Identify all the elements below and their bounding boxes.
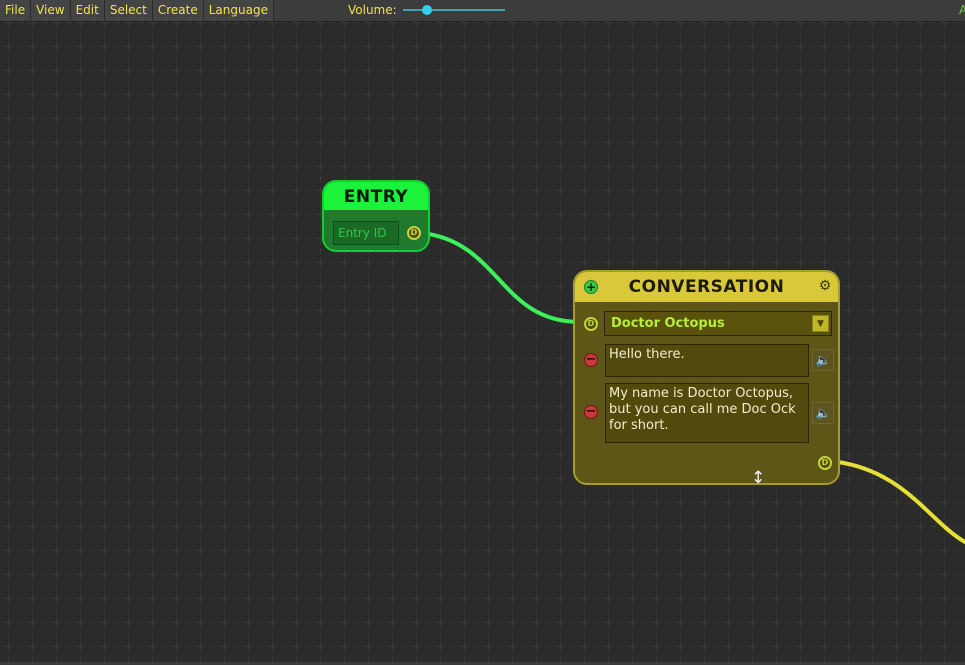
menu-create[interactable]: Create xyxy=(152,0,204,21)
menu-language[interactable]: Language xyxy=(203,0,274,21)
conversation-node-header: CONVERSATION xyxy=(575,272,838,302)
menu-edit[interactable]: Edit xyxy=(70,0,105,21)
chevron-down-icon[interactable]: ▼ xyxy=(812,315,829,332)
conversation-node-title: CONVERSATION xyxy=(628,277,785,297)
speaker-select[interactable]: Doctor Octopus ▼ xyxy=(604,311,832,336)
plus-icon[interactable]: + xyxy=(584,280,598,294)
dialogue-line-2[interactable]: My name is Doctor Octopus, but you can c… xyxy=(605,383,809,443)
toolbar-overflow-mark: A xyxy=(959,3,965,17)
volume-slider[interactable] xyxy=(403,5,505,15)
volume-slider-thumb[interactable] xyxy=(422,5,433,15)
speaker-select-value: Doctor Octopus xyxy=(611,316,725,331)
entry-output-port[interactable]: D xyxy=(407,226,421,240)
minus-icon[interactable]: − xyxy=(584,405,598,419)
menu-file[interactable]: File xyxy=(0,0,32,21)
speaker-icon[interactable]: 🔈 xyxy=(812,349,834,371)
speaker-icon[interactable]: 🔈 xyxy=(812,402,834,424)
conversation-node[interactable]: CONVERSATION + ⚙ D Doctor Octopus ▼ − He… xyxy=(573,270,840,485)
minus-icon[interactable]: − xyxy=(584,353,598,367)
entry-node[interactable]: ENTRY Entry ID D xyxy=(322,180,430,252)
menu-view[interactable]: View xyxy=(31,0,71,21)
conversation-input-port[interactable]: D xyxy=(584,317,598,331)
menu-select[interactable]: Select xyxy=(104,0,153,21)
conversation-output-port[interactable]: D xyxy=(818,456,832,470)
volume-label: Volume: xyxy=(348,3,397,17)
entry-node-title: ENTRY xyxy=(324,182,428,210)
gear-icon[interactable]: ⚙ xyxy=(818,279,832,293)
dialogue-line-1[interactable]: Hello there. xyxy=(605,344,809,377)
menu-bar: File View Edit Select Create Language Vo… xyxy=(0,0,965,22)
entry-id-field[interactable]: Entry ID xyxy=(333,221,399,245)
resize-vertical-cursor: ↕ xyxy=(751,468,766,488)
